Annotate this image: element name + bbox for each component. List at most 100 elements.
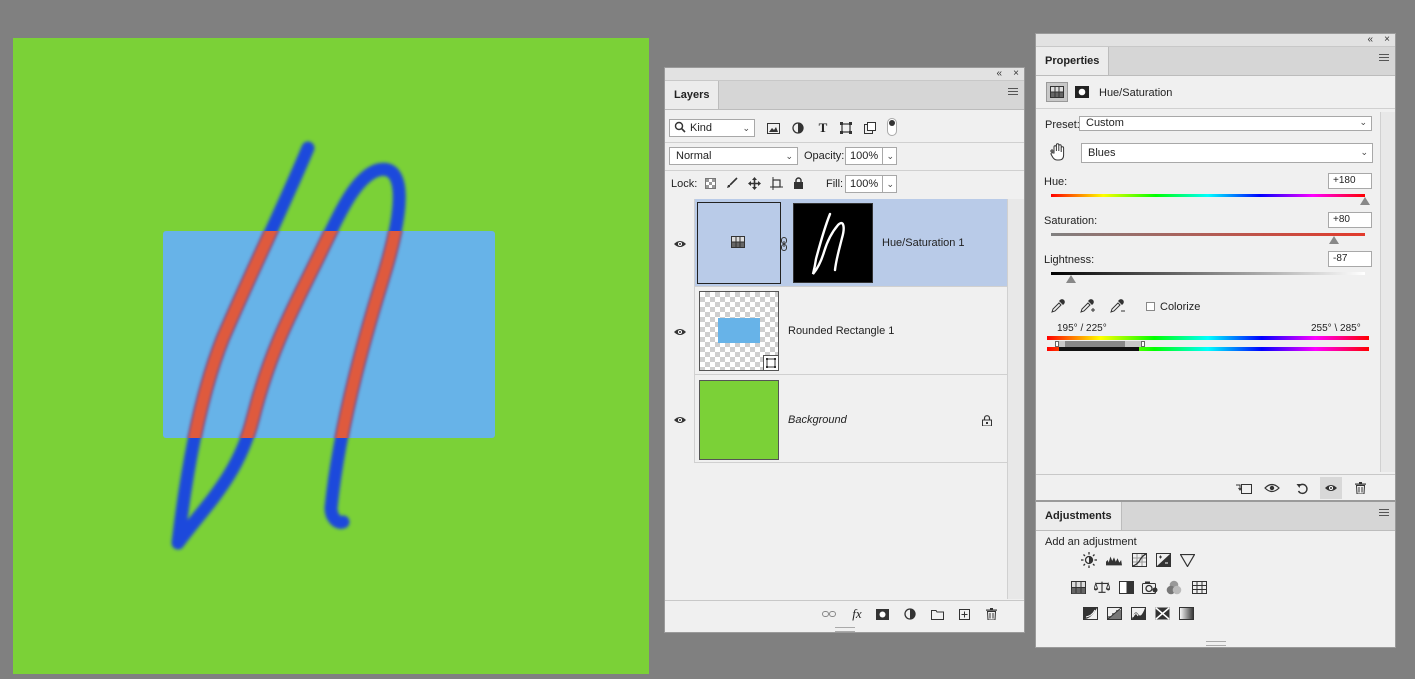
new-layer-icon[interactable] xyxy=(956,606,972,622)
tab-properties[interactable]: Properties xyxy=(1036,47,1110,75)
preset-value: Custom xyxy=(1086,117,1124,129)
panel-menu-icon[interactable] xyxy=(1008,88,1018,96)
filter-type-icon[interactable]: T xyxy=(815,120,831,136)
lock-move-icon[interactable] xyxy=(746,175,762,191)
mask-tab-icon[interactable] xyxy=(1074,84,1090,100)
add-mask-icon[interactable] xyxy=(874,606,890,622)
link-layers-icon[interactable] xyxy=(821,606,837,622)
resize-grip[interactable] xyxy=(1206,641,1226,646)
threshold-icon[interactable] xyxy=(1130,605,1146,621)
layer-name[interactable]: Background xyxy=(788,414,847,426)
layer-row-rounded-rectangle[interactable]: Rounded Rectangle 1 xyxy=(695,287,1007,375)
filter-toggle[interactable] xyxy=(887,118,897,136)
selective-color-icon[interactable] xyxy=(1154,605,1170,621)
eyedropper-add-icon[interactable] xyxy=(1080,298,1096,314)
black-white-icon[interactable] xyxy=(1118,579,1134,595)
filter-smart-object-icon[interactable] xyxy=(862,120,878,136)
layer-visibility-toggle[interactable] xyxy=(665,375,695,463)
lock-transparent-icon[interactable] xyxy=(702,175,718,191)
collapse-icon[interactable]: « xyxy=(1367,34,1373,46)
color-balance-icon[interactable] xyxy=(1094,579,1110,595)
saturation-slider-track[interactable] xyxy=(1051,233,1365,236)
lightness-field[interactable]: -87 xyxy=(1328,251,1372,267)
exposure-icon[interactable] xyxy=(1155,552,1171,568)
hue-slider-thumb[interactable] xyxy=(1360,197,1370,205)
layers-scrollbar[interactable] xyxy=(1007,199,1024,599)
view-previous-icon[interactable] xyxy=(1264,480,1280,496)
rectangle-preview xyxy=(718,318,760,343)
lock-all-icon[interactable] xyxy=(790,175,806,191)
layer-name[interactable]: Hue/Saturation 1 xyxy=(882,237,965,249)
clip-to-layer-icon[interactable] xyxy=(1236,480,1252,496)
hue-slider-track[interactable] xyxy=(1051,194,1365,197)
invert-icon[interactable] xyxy=(1082,605,1098,621)
link-icon[interactable] xyxy=(780,237,788,254)
layer-row-hue-saturation[interactable]: Hue/Saturation 1 xyxy=(695,199,1007,287)
levels-icon[interactable] xyxy=(1106,552,1122,568)
lock-brush-icon[interactable] xyxy=(724,175,740,191)
eyedropper-icon[interactable] xyxy=(1050,298,1066,314)
tab-adjustments[interactable]: Adjustments xyxy=(1036,502,1122,530)
preset-select[interactable]: Custom ⌄ xyxy=(1079,116,1372,131)
properties-scrollbar[interactable] xyxy=(1380,112,1395,472)
color-lookup-icon[interactable] xyxy=(1191,579,1207,595)
document-canvas[interactable] xyxy=(13,38,649,674)
curves-icon[interactable] xyxy=(1131,552,1147,568)
chevron-down-icon[interactable]: ⌄ xyxy=(882,148,894,164)
collapse-icon[interactable]: « xyxy=(996,68,1002,80)
lightness-slider-thumb[interactable] xyxy=(1066,275,1077,283)
layer-name[interactable]: Rounded Rectangle 1 xyxy=(788,325,894,337)
close-icon[interactable]: × xyxy=(1013,68,1019,80)
layer-row-background[interactable]: Background xyxy=(695,375,1007,463)
range-left-text: 195° / 225° xyxy=(1057,323,1107,334)
channel-mixer-icon[interactable] xyxy=(1166,579,1182,595)
layer-mask-thumbnail[interactable] xyxy=(793,203,873,283)
fx-icon[interactable]: fx xyxy=(849,606,865,622)
panel-menu-icon[interactable] xyxy=(1379,54,1389,62)
filter-adjustment-icon[interactable] xyxy=(790,120,806,136)
colorize-checkbox[interactable] xyxy=(1146,302,1155,311)
new-adjustment-icon[interactable] xyxy=(902,606,918,622)
close-icon[interactable]: × xyxy=(1384,34,1390,46)
visibility-toggle-icon[interactable] xyxy=(1320,477,1342,499)
panel-top-strip: « × xyxy=(1036,34,1395,47)
reset-icon[interactable] xyxy=(1294,480,1310,496)
shape-layer-thumbnail[interactable] xyxy=(699,291,779,371)
fill-field[interactable]: 100% ⌄ xyxy=(845,175,897,193)
filter-kind-select[interactable]: Kind ⌄ xyxy=(669,119,755,137)
chevron-down-icon[interactable]: ⌄ xyxy=(882,176,894,192)
targeted-adjustment-hand-icon[interactable] xyxy=(1049,142,1067,162)
adjustment-layer-thumbnail[interactable] xyxy=(697,202,781,284)
lightness-label: Lightness: xyxy=(1044,254,1095,266)
filter-pixel-icon[interactable] xyxy=(765,120,781,136)
saturation-slider-thumb[interactable] xyxy=(1328,236,1339,244)
range-right-text: 255° \ 285° xyxy=(1311,323,1361,334)
background-thumbnail[interactable] xyxy=(699,380,779,460)
opacity-field[interactable]: 100% ⌄ xyxy=(845,147,897,165)
lock-artboard-icon[interactable] xyxy=(768,175,784,191)
trash-icon[interactable] xyxy=(983,606,999,622)
eyedropper-subtract-icon[interactable] xyxy=(1110,298,1126,314)
posterize-icon[interactable] xyxy=(1106,605,1122,621)
layer-visibility-toggle[interactable] xyxy=(665,287,695,375)
saturation-field[interactable]: +80 xyxy=(1328,212,1372,228)
resize-grip[interactable] xyxy=(835,627,855,632)
hue-saturation-adjust-icon[interactable] xyxy=(1070,579,1086,595)
channel-select[interactable]: Blues ⌄ xyxy=(1081,143,1373,163)
trash-icon[interactable] xyxy=(1352,480,1368,496)
folder-icon[interactable] xyxy=(929,606,945,622)
lock-label: Lock: xyxy=(671,178,698,190)
filter-shape-icon[interactable] xyxy=(838,120,854,136)
blend-mode-select[interactable]: Normal ⌄ xyxy=(669,147,798,165)
gradient-map-icon[interactable] xyxy=(1178,605,1194,621)
hue-field[interactable]: +180 xyxy=(1328,173,1372,189)
tab-layers[interactable]: Layers xyxy=(665,81,720,109)
layer-visibility-toggle[interactable] xyxy=(665,199,695,287)
panel-menu-icon[interactable] xyxy=(1379,509,1389,517)
adjustments-subtitle: Add an adjustment xyxy=(1045,536,1137,548)
photo-filter-icon[interactable] xyxy=(1142,579,1158,595)
brightness-contrast-icon[interactable] xyxy=(1081,552,1097,568)
vibrance-icon[interactable] xyxy=(1179,552,1195,568)
lightness-slider-track[interactable] xyxy=(1051,272,1365,275)
adjustment-tab-button[interactable] xyxy=(1046,82,1068,102)
